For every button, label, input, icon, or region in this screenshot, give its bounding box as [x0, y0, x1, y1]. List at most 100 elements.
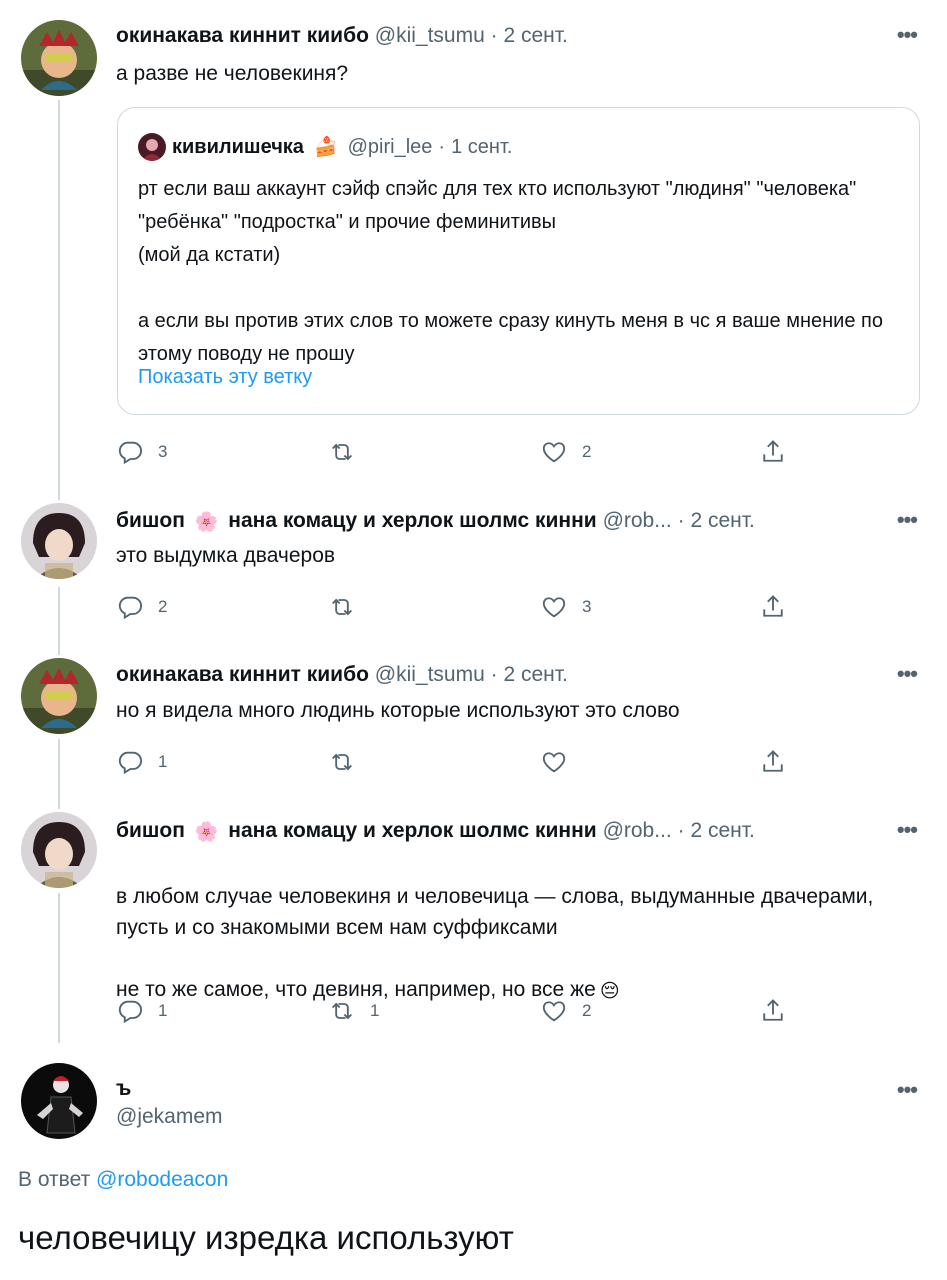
avatar-image: [21, 812, 97, 888]
heart-icon: [540, 997, 568, 1025]
handle[interactable]: @kii_tsumu: [375, 663, 485, 686]
timestamp[interactable]: 2 сент.: [503, 24, 567, 47]
avatar[interactable]: [21, 1063, 97, 1139]
display-name[interactable]: бишоп: [116, 509, 185, 532]
tweet-actions: 3 2: [116, 438, 816, 468]
quote-header: кивилишечка 🍰 @piri_lee · 1 сент.: [138, 133, 512, 161]
thread-line: [58, 739, 60, 809]
more-icon[interactable]: •••: [897, 1079, 918, 1101]
retweet-icon: [328, 748, 356, 776]
reply-count: 1: [158, 1001, 168, 1020]
retweet-count: 1: [370, 1001, 380, 1020]
reply-icon: [116, 997, 144, 1025]
reply-icon: [116, 438, 144, 466]
display-name[interactable]: окинакава киннит киибо: [116, 24, 369, 47]
like-button[interactable]: 2: [540, 997, 591, 1025]
share-button[interactable]: [759, 997, 787, 1025]
heart-icon: [540, 438, 568, 466]
share-button[interactable]: [759, 438, 787, 466]
share-button[interactable]: [759, 748, 787, 776]
display-name[interactable]: ъ: [116, 1076, 223, 1102]
handle[interactable]: @kii_tsumu: [375, 24, 485, 47]
avatar-image: [21, 503, 97, 579]
thread-line: [58, 100, 60, 500]
share-icon: [759, 438, 787, 466]
avatar-image: [21, 1063, 97, 1139]
retweet-button[interactable]: [328, 748, 370, 776]
like-button[interactable]: 3: [540, 593, 591, 621]
avatar[interactable]: [21, 658, 97, 734]
share-icon: [759, 748, 787, 776]
retweet-icon: [328, 438, 356, 466]
display-name[interactable]: окинакава киннит киибо: [116, 663, 369, 686]
more-icon[interactable]: •••: [897, 509, 918, 531]
avatar[interactable]: [21, 503, 97, 579]
more-icon[interactable]: •••: [897, 819, 918, 841]
reply-button[interactable]: 3: [116, 438, 167, 466]
tweet-text: но я видела много людинь которые использ…: [116, 699, 680, 722]
display-name-suffix[interactable]: нана комацу и херлок шолмс кинни: [228, 509, 596, 532]
timestamp[interactable]: 2 сент.: [690, 509, 754, 532]
separator: ·: [490, 663, 498, 686]
cake-emoji: 🍰: [313, 137, 338, 158]
reply-count: 1: [158, 752, 168, 771]
like-count: 2: [582, 442, 592, 461]
quoted-tweet[interactable]: кивилишечка 🍰 @piri_lee · 1 сент. рт есл…: [117, 107, 920, 415]
separator: ·: [677, 509, 685, 532]
reply-count: 3: [158, 442, 168, 461]
tweet-header: окинакава киннит киибо @kii_tsumu · 2 се…: [116, 23, 568, 49]
display-name-suffix[interactable]: нана комацу и херлок шолмс кинни: [228, 819, 596, 842]
replying-to: В ответ @robodeacon: [18, 1168, 228, 1192]
handle[interactable]: @rob...: [603, 509, 672, 532]
retweet-icon: [328, 997, 356, 1025]
like-count: 2: [582, 1001, 592, 1020]
quote-text: рт если ваш аккаунт сэйф спэйс для тех к…: [138, 178, 883, 365]
timestamp[interactable]: 2 сент.: [690, 819, 754, 842]
separator: ·: [438, 135, 446, 158]
share-icon: [759, 997, 787, 1025]
handle[interactable]: @jekamem: [116, 1104, 223, 1130]
flower-emoji: 🌸: [194, 822, 219, 843]
quote-avatar: [138, 133, 166, 161]
reply-to-label: В ответ: [18, 1168, 91, 1191]
tweet-header: бишоп 🌸 нана комацу и херлок шолмс кинни…: [116, 508, 755, 536]
retweet-button[interactable]: [328, 438, 370, 466]
display-name[interactable]: бишоп: [116, 819, 185, 842]
main-tweet-text: человечицу изредка используют: [18, 1219, 514, 1256]
reply-icon: [116, 593, 144, 621]
thread-line: [58, 587, 60, 655]
tweet-text-content: в любом случае человекиня и человечица —…: [116, 885, 874, 1001]
avatar[interactable]: [21, 20, 97, 96]
handle[interactable]: @rob...: [603, 819, 672, 842]
avatar-image: [21, 658, 97, 734]
share-button[interactable]: [759, 593, 787, 621]
heart-icon: [540, 748, 568, 776]
tweet-actions: 2 3: [116, 593, 816, 623]
avatar[interactable]: [21, 812, 97, 888]
more-icon[interactable]: •••: [897, 663, 918, 685]
like-button[interactable]: [540, 748, 582, 776]
tweet-text: в любом случае человекиня и человечица —…: [116, 850, 896, 1007]
thread-line: [58, 893, 60, 1043]
retweet-button[interactable]: [328, 593, 370, 621]
tweet-actions: 1: [116, 748, 816, 778]
reply-button[interactable]: 1: [116, 997, 167, 1025]
avatar-image: [21, 20, 97, 96]
like-count: 3: [582, 597, 592, 616]
retweet-icon: [328, 593, 356, 621]
like-button[interactable]: 2: [540, 438, 591, 466]
heart-icon: [540, 593, 568, 621]
quote-display-name: кивилишечка: [172, 135, 304, 158]
separator: ·: [490, 24, 498, 47]
timestamp[interactable]: 2 сент.: [503, 663, 567, 686]
reply-icon: [116, 748, 144, 776]
reply-to-link[interactable]: @robodeacon: [96, 1168, 228, 1191]
more-icon[interactable]: •••: [897, 24, 918, 46]
retweet-button[interactable]: 1: [328, 997, 379, 1025]
tweet-text: это выдумка двачеров: [116, 544, 336, 567]
reply-button[interactable]: 2: [116, 593, 167, 621]
share-icon: [759, 593, 787, 621]
show-thread-link[interactable]: Показать эту ветку: [138, 366, 312, 389]
reply-count: 2: [158, 597, 168, 616]
reply-button[interactable]: 1: [116, 748, 167, 776]
